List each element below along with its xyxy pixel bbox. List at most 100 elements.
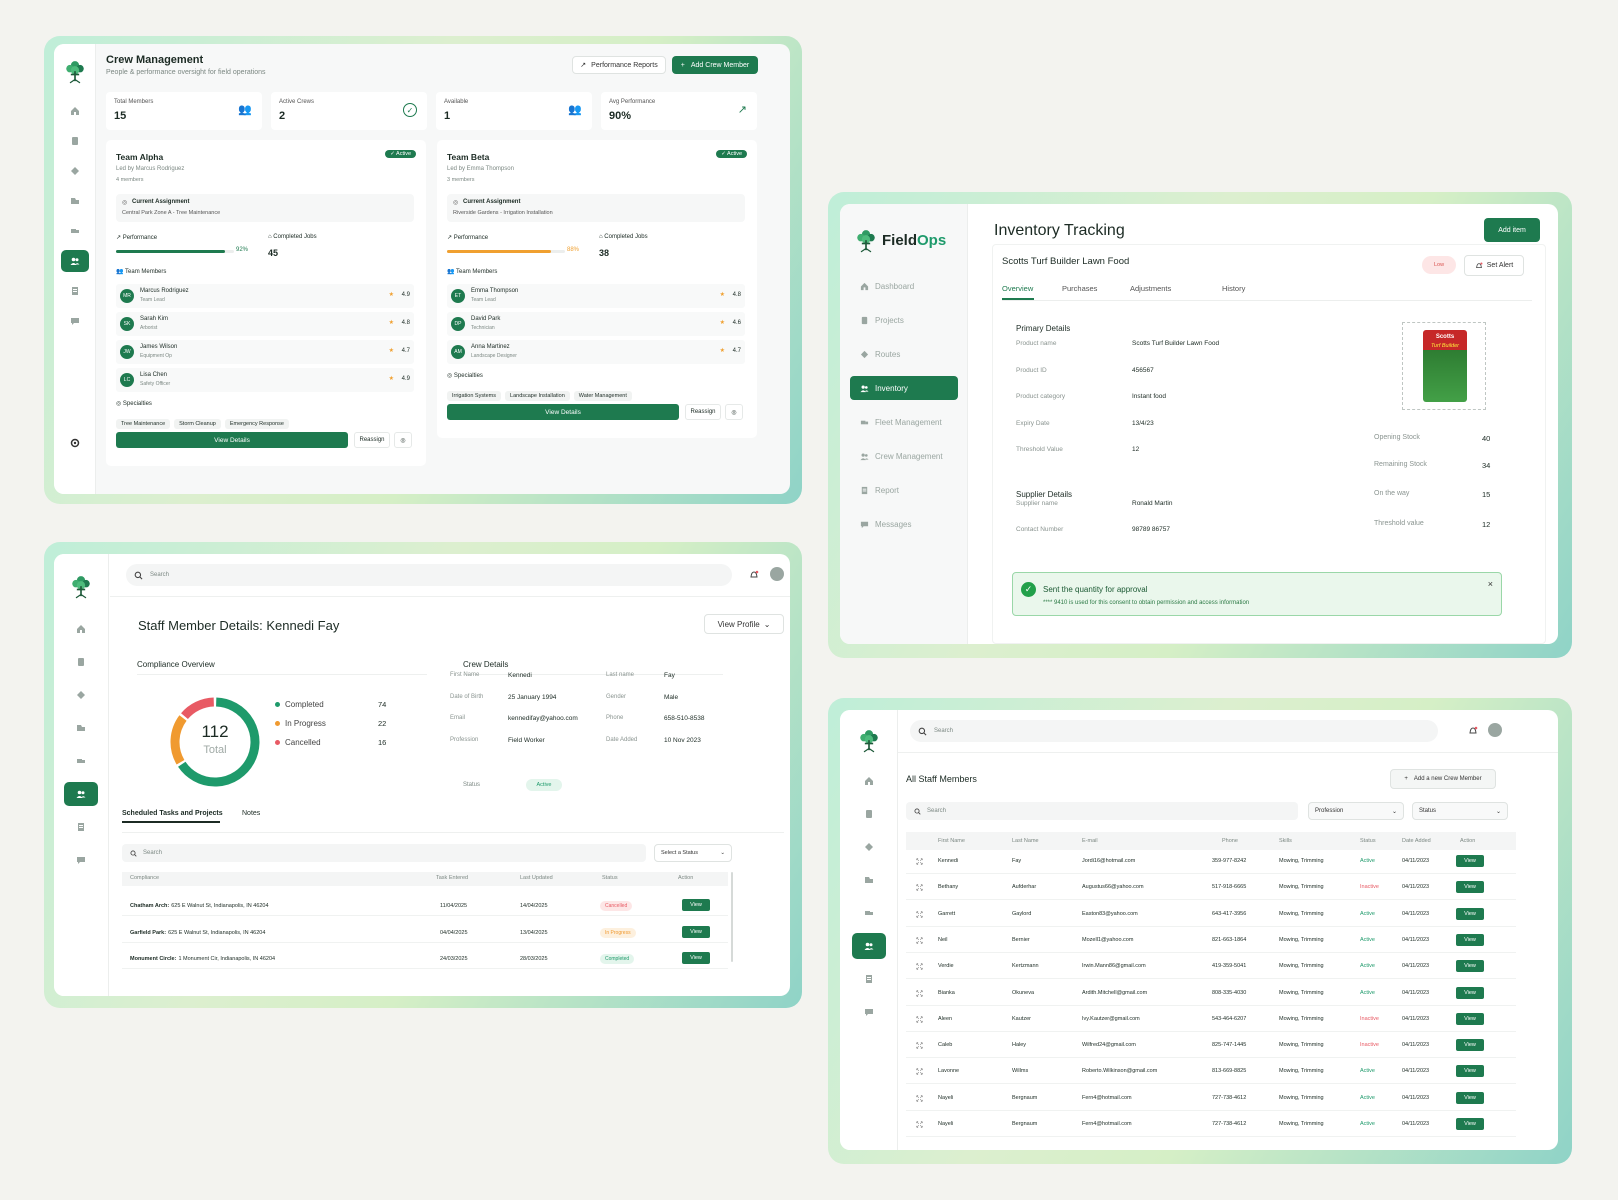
member-row[interactable]: SK Sarah Kim Arborist ★ 4.8 bbox=[116, 312, 414, 336]
add-item-button[interactable]: Add item bbox=[1484, 218, 1540, 242]
tab-overview[interactable]: Overview bbox=[1002, 284, 1033, 293]
sidebar-item-messages[interactable]: Messages bbox=[850, 512, 958, 536]
close-icon[interactable]: × bbox=[1488, 579, 1493, 589]
view-button[interactable]: View bbox=[1456, 933, 1484, 946]
profession-select[interactable]: Profession ⌄ bbox=[1308, 802, 1404, 820]
home-icon[interactable] bbox=[61, 100, 89, 122]
inventory-icon[interactable] bbox=[855, 869, 883, 891]
user-avatar[interactable] bbox=[770, 567, 784, 581]
settings-icon[interactable] bbox=[61, 432, 89, 454]
expand-icon[interactable] bbox=[916, 963, 923, 970]
expand-icon[interactable] bbox=[916, 1016, 923, 1023]
messages-icon[interactable] bbox=[855, 1001, 883, 1023]
notification-bell-icon[interactable] bbox=[1468, 726, 1478, 736]
crew-icon[interactable] bbox=[60, 250, 89, 272]
location-pin-icon[interactable]: ◎ bbox=[394, 432, 412, 448]
view-button[interactable]: View bbox=[1456, 1039, 1484, 1052]
expand-icon[interactable] bbox=[916, 1095, 923, 1102]
routes-icon[interactable] bbox=[855, 836, 883, 858]
messages-icon[interactable] bbox=[61, 310, 89, 332]
report-icon[interactable] bbox=[67, 816, 95, 838]
tab-adjustments[interactable]: Adjustments bbox=[1130, 284, 1171, 293]
member-row[interactable]: DP David Park Technician ★ 4.6 bbox=[447, 312, 745, 336]
inventory-icon[interactable] bbox=[61, 190, 89, 212]
sidebar-item-routes[interactable]: Routes bbox=[850, 342, 958, 366]
expand-icon[interactable] bbox=[916, 1042, 923, 1049]
messages-icon[interactable] bbox=[67, 849, 95, 871]
tab-purchases[interactable]: Purchases bbox=[1062, 284, 1097, 293]
view-button[interactable]: View bbox=[1456, 855, 1484, 867]
view-button[interactable]: View bbox=[682, 899, 710, 911]
view-button[interactable]: View bbox=[1456, 1065, 1484, 1078]
projects-icon[interactable] bbox=[67, 651, 95, 673]
fleet-icon[interactable] bbox=[67, 750, 95, 772]
routes-icon[interactable] bbox=[61, 160, 89, 182]
task-search-input[interactable]: Search bbox=[122, 844, 646, 862]
sidebar-item-inventory[interactable]: Inventory bbox=[850, 376, 958, 400]
filter-search-input[interactable]: Search bbox=[906, 802, 1298, 820]
inventory-icon[interactable] bbox=[67, 717, 95, 739]
expand-icon[interactable] bbox=[916, 937, 923, 944]
reassign-button[interactable]: Reassign bbox=[354, 432, 390, 448]
notification-bell-icon[interactable] bbox=[749, 570, 759, 580]
add-crew-member-button[interactable]: + Add a new Crew Member bbox=[1390, 769, 1496, 789]
scrollbar[interactable] bbox=[731, 872, 733, 962]
global-search[interactable]: Search bbox=[126, 564, 732, 586]
global-search[interactable]: Search bbox=[910, 720, 1438, 742]
report-icon[interactable] bbox=[61, 280, 89, 302]
fleet-icon[interactable] bbox=[61, 220, 89, 242]
expand-icon[interactable] bbox=[916, 884, 923, 891]
performance-reports-button[interactable]: ↗ Performance Reports bbox=[572, 56, 666, 74]
sidebar-item-report[interactable]: Report bbox=[850, 478, 958, 502]
view-details-button[interactable]: View Details bbox=[116, 432, 348, 448]
view-button[interactable]: View bbox=[682, 925, 710, 938]
view-button[interactable]: View bbox=[1456, 960, 1484, 973]
view-button[interactable]: View bbox=[1456, 1118, 1484, 1130]
view-details-button[interactable]: View Details bbox=[447, 404, 679, 420]
projects-icon[interactable] bbox=[855, 803, 883, 825]
home-icon[interactable] bbox=[67, 618, 95, 640]
projects-icon[interactable] bbox=[61, 130, 89, 152]
view-profile-button[interactable]: View Profile ⌄ bbox=[704, 614, 784, 634]
tab-scheduled-tasks[interactable]: Scheduled Tasks and Projects bbox=[122, 810, 223, 817]
cell-email: Easton83@yahoo.com bbox=[1082, 910, 1138, 917]
tab-history[interactable]: History bbox=[1222, 284, 1245, 293]
expand-icon[interactable] bbox=[916, 858, 923, 865]
crew-icon[interactable] bbox=[64, 782, 98, 806]
sidebar-item-dashboard[interactable]: Dashboard bbox=[850, 274, 958, 298]
sidebar-item-crew-management[interactable]: Crew Management bbox=[850, 444, 958, 468]
user-avatar[interactable] bbox=[1488, 723, 1502, 737]
expand-icon[interactable] bbox=[916, 990, 923, 997]
member-row[interactable]: ET Emma Thompson Team Lead ★ 4.8 bbox=[447, 284, 745, 308]
member-name: Marcus Rodriguez bbox=[140, 288, 189, 294]
member-row[interactable]: LC Lisa Chen Safety Officer ★ 4.9 bbox=[116, 368, 414, 392]
view-button[interactable]: View bbox=[1456, 1091, 1484, 1104]
location-pin-icon[interactable]: ◎ bbox=[725, 404, 743, 420]
report-icon[interactable] bbox=[855, 968, 883, 990]
member-row[interactable]: JW James Wilson Equipment Op ★ 4.7 bbox=[116, 340, 414, 364]
expand-icon[interactable] bbox=[916, 1121, 923, 1128]
view-button[interactable]: View bbox=[1456, 1012, 1484, 1025]
view-button[interactable]: View bbox=[1456, 881, 1484, 894]
expand-icon[interactable] bbox=[916, 911, 923, 918]
fleet-icon[interactable] bbox=[855, 902, 883, 924]
cell-last-name: Kautzer bbox=[1012, 1015, 1031, 1022]
add-crew-member-button[interactable]: + Add Crew Member bbox=[672, 56, 758, 74]
set-alert-button[interactable]: Set Alert bbox=[1464, 255, 1524, 276]
status-select[interactable]: Select a Status ⌄ bbox=[654, 844, 732, 862]
member-row[interactable]: AM Anna Martinez Landscape Designer ★ 4.7 bbox=[447, 340, 745, 364]
member-row[interactable]: MR Marcus Rodriguez Team Lead ★ 4.9 bbox=[116, 284, 414, 308]
routes-icon[interactable] bbox=[67, 684, 95, 706]
view-button[interactable]: View bbox=[1456, 986, 1484, 999]
sidebar-item-projects[interactable]: Projects bbox=[850, 308, 958, 332]
tab-notes[interactable]: Notes bbox=[242, 810, 260, 817]
expand-icon[interactable] bbox=[916, 1068, 923, 1075]
home-icon[interactable] bbox=[855, 770, 883, 792]
task-entered: 11/04/2025 bbox=[440, 903, 468, 909]
reassign-button[interactable]: Reassign bbox=[685, 404, 721, 420]
view-button[interactable]: View bbox=[1456, 907, 1484, 920]
status-select[interactable]: Status ⌄ bbox=[1412, 802, 1508, 820]
sidebar-item-fleet-management[interactable]: Fleet Management bbox=[850, 410, 958, 434]
crew-icon[interactable] bbox=[851, 933, 886, 959]
view-button[interactable]: View bbox=[682, 952, 710, 964]
